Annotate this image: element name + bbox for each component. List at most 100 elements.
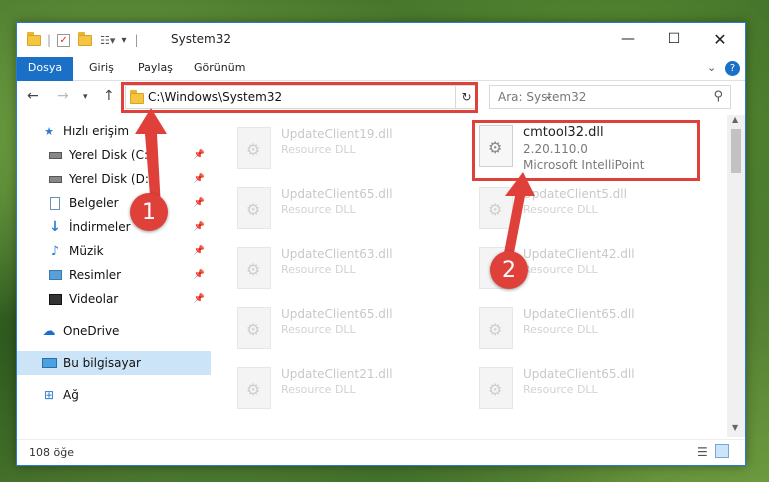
explorer-window: | ✓ ☷▾ ▾ | System32 — ☐ ✕ Dosya Giriş Pa… (16, 22, 746, 466)
view-icon[interactable]: ☷▾ (100, 34, 115, 47)
file-name: UpdateClient19.dll (281, 127, 393, 141)
sidebar-item-videos[interactable]: Videolar 📌 (17, 287, 211, 311)
forward-button[interactable]: → (57, 88, 69, 104)
toolbar-separator: | (47, 33, 52, 47)
dll-file-icon (237, 187, 271, 229)
sidebar-item-network[interactable]: ⊞ Ağ (17, 383, 211, 407)
close-button[interactable]: ✕ (697, 23, 743, 55)
star-icon: ★ (44, 124, 54, 138)
search-box[interactable]: Ara: System32 ⚲ (489, 85, 731, 109)
sidebar-item-pictures[interactable]: Resimler 📌 (17, 263, 211, 287)
expand-ribbon-icon[interactable]: ⌄ (707, 61, 716, 74)
file-type: Resource DLL (523, 383, 598, 396)
file-name: UpdateClient65.dll (281, 187, 393, 201)
dll-file-icon (237, 307, 271, 349)
pictures-icon (47, 268, 63, 282)
sidebar-item-local-disk-c[interactable]: Yerel Disk (C:) 📌 (17, 143, 211, 167)
file-type: Resource DLL (523, 323, 598, 336)
sidebar-item-local-disk-d[interactable]: Yerel Disk (D:) 📌 (17, 167, 211, 191)
sidebar-item-label: Ağ (63, 388, 79, 402)
file-version: 2.20.110.0 (523, 142, 588, 156)
music-icon: ♪ (50, 243, 60, 259)
up-button[interactable]: ↑ (103, 88, 115, 104)
file-item-cmtool32[interactable]: cmtool32.dll 2.20.110.0 Microsoft Intell… (465, 121, 691, 173)
dll-file-icon (479, 125, 513, 167)
file-item[interactable]: UpdateClient65.dll Resource DLL (465, 363, 691, 415)
new-folder-icon[interactable] (78, 31, 93, 46)
pin-icon[interactable]: 📌 (194, 150, 205, 160)
tab-giris[interactable]: Giriş (89, 57, 114, 81)
file-item[interactable]: UpdateClient65.dll Resource DLL (223, 303, 449, 355)
toolbar-separator: | (134, 33, 139, 47)
search-placeholder[interactable]: Ara: System32 (498, 90, 586, 104)
title-bar: | ✓ ☷▾ ▾ | System32 — ☐ ✕ (17, 23, 745, 57)
minimize-button[interactable]: — (605, 23, 651, 55)
properties-icon[interactable]: ✓ (57, 33, 71, 47)
scrollbar-thumb[interactable] (731, 129, 741, 173)
maximize-button[interactable]: ☐ (651, 23, 697, 55)
file-name: cmtool32.dll (523, 125, 604, 140)
sidebar-item-label: OneDrive (63, 324, 120, 338)
folder-icon (130, 90, 144, 104)
tab-paylas[interactable]: Paylaş (138, 57, 173, 81)
sidebar-item-label: Yerel Disk (C:) (69, 148, 153, 162)
file-item[interactable]: UpdateClient63.dll Resource DLL (223, 243, 449, 295)
large-icons-view-icon[interactable] (715, 444, 729, 458)
details-view-icon[interactable]: ☰ (697, 445, 708, 459)
downloads-icon: ↓ (49, 219, 61, 235)
computer-icon (41, 356, 57, 370)
documents-icon (47, 196, 63, 210)
back-button[interactable]: ← (27, 88, 39, 104)
tab-gorunum[interactable]: Görünüm (194, 57, 245, 81)
address-row: ← → ▾ ↑ C:\Windows\System32 ⌄ ↻ Ara: Sys… (17, 81, 745, 115)
sidebar-item-label: Hızlı erişim (63, 124, 130, 138)
file-name: UpdateClient63.dll (281, 247, 393, 261)
customize-toolbar-icon[interactable]: ▾ (121, 35, 126, 46)
tab-dosya[interactable]: Dosya (17, 57, 73, 81)
sidebar-item-downloads[interactable]: ↓ İndirmeler 📌 (17, 215, 211, 239)
file-name: UpdateClient5.dll (523, 187, 627, 201)
folder-icon[interactable] (27, 31, 41, 46)
file-item[interactable]: UpdateClient21.dll Resource DLL (223, 363, 449, 415)
ribbon-tabs: Dosya Giriş Paylaş Görünüm ⌄ ? (17, 57, 745, 81)
vertical-scrollbar[interactable]: ▲ ▼ (727, 115, 745, 437)
scroll-up-icon[interactable]: ▲ (732, 115, 738, 124)
pin-icon[interactable]: 📌 (194, 174, 205, 184)
file-type: Resource DLL (281, 203, 356, 216)
sidebar-item-label: Müzik (69, 244, 104, 258)
address-path[interactable]: C:\Windows\System32 (148, 90, 282, 104)
dll-file-icon (237, 127, 271, 169)
sidebar-item-music[interactable]: ♪ Müzik 📌 (17, 239, 211, 263)
sidebar-item-this-pc[interactable]: Bu bilgisayar (17, 351, 211, 375)
file-name: UpdateClient65.dll (523, 367, 635, 381)
file-item[interactable]: UpdateClient19.dll Resource DLL (223, 123, 449, 175)
file-type: Resource DLL (523, 263, 598, 276)
sidebar-item-label: Belgeler (69, 196, 119, 210)
pin-icon[interactable]: 📌 (194, 246, 205, 256)
file-item[interactable]: UpdateClient65.dll Resource DLL (465, 303, 691, 355)
sidebar-item-label: Yerel Disk (D:) (69, 172, 154, 186)
sidebar-item-quick-access[interactable]: ★ Hızlı erişim (17, 119, 211, 143)
pin-icon[interactable]: 📌 (194, 222, 205, 232)
recent-locations-icon[interactable]: ▾ (83, 92, 88, 102)
help-icon[interactable]: ? (725, 61, 740, 76)
file-name: UpdateClient65.dll (523, 307, 635, 321)
quick-access-toolbar: | ✓ ☷▾ ▾ | (27, 31, 139, 47)
pin-icon[interactable]: 📌 (194, 270, 205, 280)
file-item[interactable]: UpdateClient65.dll Resource DLL (223, 183, 449, 235)
scroll-down-icon[interactable]: ▼ (732, 423, 738, 432)
file-type: Resource DLL (281, 143, 356, 156)
pin-icon[interactable]: 📌 (194, 198, 205, 208)
callout-1-badge: 1 (130, 193, 168, 231)
file-type: Resource DLL (281, 323, 356, 336)
file-item[interactable]: UpdateClient5.dll Resource DLL (465, 183, 691, 235)
sidebar-item-onedrive[interactable]: ☁ OneDrive (17, 319, 211, 343)
pin-icon[interactable]: 📌 (194, 294, 205, 304)
sidebar-item-label: Resimler (69, 268, 122, 282)
address-bar[interactable]: C:\Windows\System32 ⌄ (125, 85, 553, 109)
file-type: Resource DLL (281, 263, 356, 276)
refresh-button[interactable]: ↻ (455, 85, 477, 109)
cloud-icon: ☁ (42, 323, 56, 339)
sidebar-item-documents[interactable]: Belgeler 📌 (17, 191, 211, 215)
search-icon[interactable]: ⚲ (713, 89, 723, 104)
